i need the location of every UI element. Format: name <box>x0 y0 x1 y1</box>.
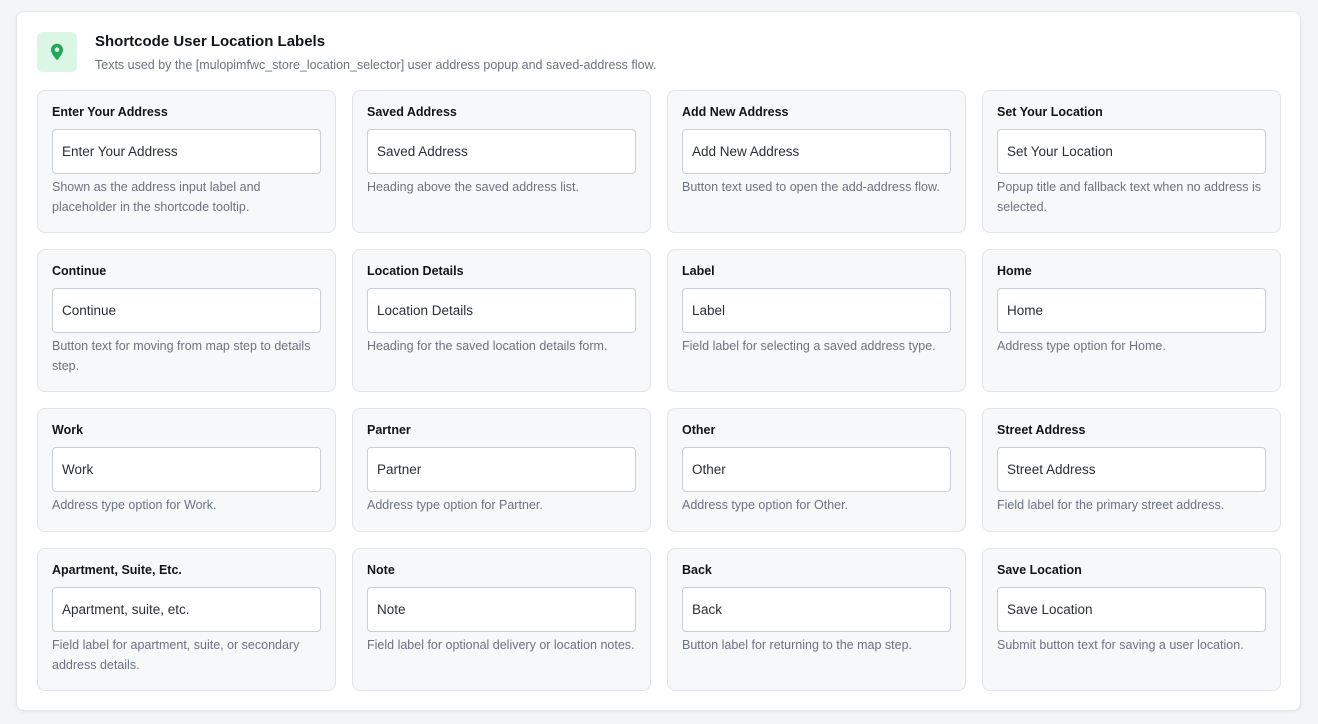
section-description: Texts used by the [mulopimfwc_store_loca… <box>95 58 657 72</box>
field-label: Street Address <box>997 423 1086 437</box>
field-card-work: Work Address type option for Work. <box>37 408 336 532</box>
enter-your-address-input[interactable] <box>52 129 321 174</box>
field-help-text: Field label for selecting a saved addres… <box>682 339 936 353</box>
field-label: Other <box>682 423 716 437</box>
field-help-text: Address type option for Other. <box>682 498 849 512</box>
field-help-text: Popup title and fallback text when no ad… <box>997 180 1262 214</box>
field-card-street-address: Street Address Field label for the primar… <box>982 408 1281 532</box>
header-icon-badge <box>37 32 77 72</box>
field-help-text: Address type option for Partner. <box>367 498 543 512</box>
field-help-text: Submit button text for saving a user loc… <box>997 638 1244 652</box>
apartment-suite-etc-input[interactable] <box>52 587 321 632</box>
field-label: Saved Address <box>367 105 457 119</box>
field-card-partner: Partner Address type option for Partner. <box>352 408 651 532</box>
field-help-text: Field label for the primary street addre… <box>997 498 1225 512</box>
field-label: Back <box>682 563 712 577</box>
field-label: Location Details <box>367 264 464 278</box>
continue-input[interactable] <box>52 288 321 333</box>
field-card-location-details: Location Details Heading for the saved lo… <box>352 249 651 392</box>
settings-panel: Shortcode User Location Labels Texts use… <box>16 11 1301 711</box>
field-label: Partner <box>367 423 411 437</box>
note-input[interactable] <box>367 587 636 632</box>
other-input[interactable] <box>682 447 951 492</box>
field-label: Continue <box>52 264 107 278</box>
field-label: Apartment, Suite, Etc. <box>52 563 182 577</box>
home-input[interactable] <box>997 288 1266 333</box>
field-label: Note <box>367 563 395 577</box>
field-help-text: Button text for moving from map step to … <box>52 339 311 373</box>
work-input[interactable] <box>52 447 321 492</box>
label-input[interactable] <box>682 288 951 333</box>
field-help-text: Button label for returning to the map st… <box>682 638 912 652</box>
field-card-back: Back Button label for returning to the ma… <box>667 548 966 691</box>
field-help-text: Button text used to open the add-address… <box>682 180 940 194</box>
field-card-label: Label Field label for selecting a saved a… <box>667 249 966 392</box>
add-new-address-input[interactable] <box>682 129 951 174</box>
field-card-add-new-address: Add New Address Button text used to open … <box>667 90 966 233</box>
field-card-save-location: Save Location Submit button text for savi… <box>982 548 1281 691</box>
set-your-location-input[interactable] <box>997 129 1266 174</box>
section-title: Shortcode User Location Labels <box>95 33 326 50</box>
field-help-text: Address type option for Work. <box>52 498 217 512</box>
save-location-input[interactable] <box>997 587 1266 632</box>
partner-input[interactable] <box>367 447 636 492</box>
fields-grid: Enter Your Address Shown as the address i… <box>37 90 1282 691</box>
field-help-text: Field label for optional delivery or loc… <box>367 638 635 652</box>
field-card-continue: Continue Button text for moving from map … <box>37 249 336 392</box>
back-input[interactable] <box>682 587 951 632</box>
field-label: Set Your Location <box>997 105 1103 119</box>
field-card-home: Home Address type option for Home. <box>982 249 1281 392</box>
field-help-text: Address type option for Home. <box>997 339 1166 353</box>
field-card-saved-address: Saved Address Heading above the saved add… <box>352 90 651 233</box>
field-card-note: Note Field label for optional delivery or… <box>352 548 651 691</box>
street-address-input[interactable] <box>997 447 1266 492</box>
field-card-other: Other Address type option for Other. <box>667 408 966 532</box>
field-label: Save Location <box>997 563 1082 577</box>
field-card-enter-your-address: Enter Your Address Shown as the address i… <box>37 90 336 233</box>
field-label: Home <box>997 264 1032 278</box>
map-pin-icon <box>51 43 63 61</box>
field-help-text: Heading above the saved address list. <box>367 180 579 194</box>
saved-address-input[interactable] <box>367 129 636 174</box>
field-card-set-your-location: Set Your Location Popup title and fallbac… <box>982 90 1281 233</box>
field-label: Label <box>682 264 715 278</box>
field-card-apartment-suite-etc: Apartment, Suite, Etc. Field label for ap… <box>37 548 336 691</box>
field-help-text: Field label for apartment, suite, or sec… <box>52 638 300 672</box>
field-label: Work <box>52 423 84 437</box>
field-help-text: Shown as the address input label and pla… <box>52 180 261 214</box>
location-details-input[interactable] <box>367 288 636 333</box>
field-label: Enter Your Address <box>52 105 168 119</box>
section-header: Shortcode User Location Labels Texts use… <box>37 32 656 73</box>
field-label: Add New Address <box>682 105 789 119</box>
field-help-text: Heading for the saved location details f… <box>367 339 608 353</box>
